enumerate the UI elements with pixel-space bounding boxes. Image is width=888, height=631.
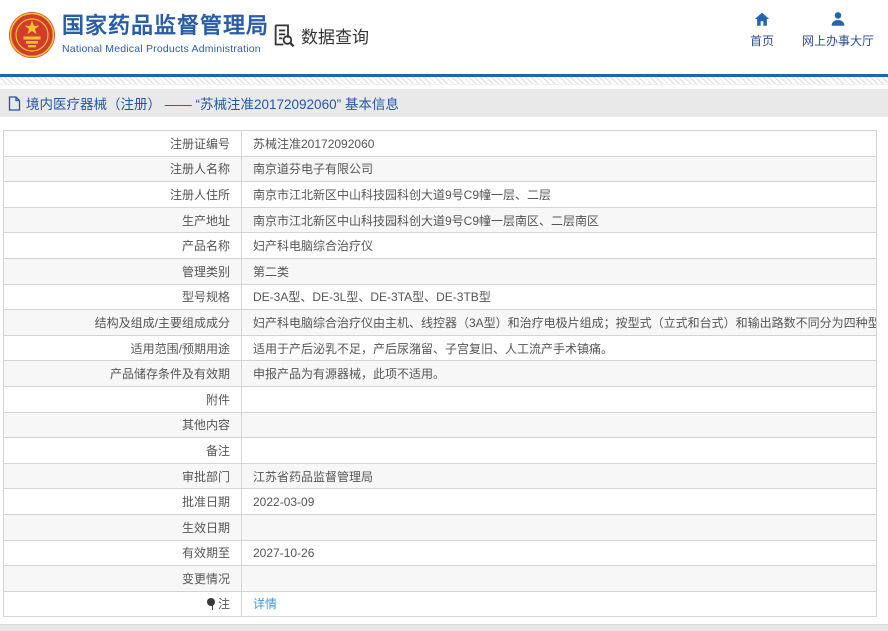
nav-service-hall-label: 网上办事大厅 <box>801 34 874 48</box>
row-value: 适用于产后泌乳不足，产后尿潴留、子宫复旧、人工流产手术镇痛。 <box>241 334 877 362</box>
data-query-section[interactable]: 数据查询 <box>270 22 369 49</box>
row-value: 申报产品为有源器械，此项不适用。 <box>241 360 877 387</box>
person-icon <box>831 12 845 26</box>
row-label: 产品储存条件及有效期 <box>3 360 242 387</box>
table-row: 注册证编号 苏械注准20172092060 <box>3 130 877 157</box>
table-row: 产品储存条件及有效期 申报产品为有源器械，此项不适用。 <box>3 360 877 387</box>
table-row: 管理类别 第二类 <box>3 257 877 285</box>
home-icon <box>754 12 770 26</box>
table-row: 生效日期 <box>3 513 877 541</box>
info-table-body: 注册证编号 苏械注准20172092060 注册人名称 南京道芬电子有限公司 注册人住所… <box>3 130 877 618</box>
row-label: 结构及组成/主要组成成分 <box>3 309 242 336</box>
table-row: 型号规格 DE-3A型、DE-3L型、DE-3TA型、DE-3TB型 <box>3 283 877 311</box>
table-row: 注详情 <box>3 590 877 618</box>
row-value: 妇产科电脑综合治疗仪 <box>241 232 877 259</box>
brand-block: 国家药品监督管理局 National Medical Products Admi… <box>62 13 269 55</box>
row-label: 管理类别 <box>3 257 242 285</box>
row-label: 注册人住所 <box>3 181 242 208</box>
table-row: 其他内容 <box>3 411 877 439</box>
nav-service-hall[interactable]: 网上办事大厅 <box>802 10 874 49</box>
breadcrumb: 境内医疗器械（注册） —— “苏械注准20172092060” 基本信息 <box>0 89 888 117</box>
header-nav: 首页 网上办事大厅 <box>750 10 874 49</box>
site-subtitle: National Medical Products Administration <box>62 43 261 55</box>
detail-link[interactable]: 详情 <box>253 597 277 611</box>
nav-home-label: 首页 <box>749 34 774 48</box>
table-row: 有效期至 2027-10-26 <box>3 539 877 567</box>
china-national-emblem-icon <box>9 12 55 58</box>
row-label: 生效日期 <box>3 513 242 541</box>
document-search-icon <box>274 24 295 48</box>
row-label: 注册证编号 <box>3 130 242 157</box>
row-label: 型号规格 <box>3 283 242 311</box>
breadcrumb-text: 境内医疗器械（注册） —— “苏械注准20172092060” 基本信息 <box>26 97 399 112</box>
row-value <box>241 513 877 541</box>
footer-band <box>0 624 888 631</box>
row-label: 注 <box>3 590 242 618</box>
row-label: 产品名称 <box>3 232 242 259</box>
row-value: 江苏省药品监督管理局 <box>241 462 877 490</box>
row-value <box>241 565 877 592</box>
row-label: 附件 <box>3 385 242 413</box>
table-row: 备注 <box>3 437 877 464</box>
table-row: 适用范围/预期用途 适用于产后泌乳不足，产后尿潴留、子宫复旧、人工流产手术镇痛。 <box>3 334 877 362</box>
row-value: 南京道芬电子有限公司 <box>241 155 877 183</box>
row-value: 详情 <box>241 590 877 618</box>
table-row: 附件 <box>3 385 877 413</box>
table-row: 产品名称 妇产科电脑综合治疗仪 <box>3 232 877 259</box>
table-row: 批准日期 2022-03-09 <box>3 488 877 515</box>
table-row: 生产地址 南京市江北新区中山科技园科创大道9号C9幢一层南区、二层南区 <box>3 206 877 234</box>
nav-home[interactable]: 首页 <box>750 10 774 49</box>
table-row: 变更情况 <box>3 565 877 592</box>
row-value: 2022-03-09 <box>241 488 877 515</box>
data-query-label: 数据查询 <box>301 28 369 47</box>
pin-icon <box>206 598 216 611</box>
page-icon <box>8 95 21 111</box>
row-value: 妇产科电脑综合治疗仪由主机、线控器（3A型）和治疗电极片组成；按型式（立式和台式… <box>241 309 877 336</box>
info-table-wrap: 注册证编号 苏械注准20172092060 注册人名称 南京道芬电子有限公司 注册人住所… <box>3 130 877 618</box>
row-label: 批准日期 <box>3 488 242 515</box>
row-label: 有效期至 <box>3 539 242 567</box>
table-row: 审批部门 江苏省药品监督管理局 <box>3 462 877 490</box>
row-label: 审批部门 <box>3 462 242 490</box>
row-value <box>241 411 877 439</box>
row-label: 生产地址 <box>3 206 242 234</box>
row-value: 苏械注准20172092060 <box>241 130 877 157</box>
row-value: 南京市江北新区中山科技园科创大道9号C9幢一层南区、二层南区 <box>241 206 877 234</box>
row-value: 2027-10-26 <box>241 539 877 567</box>
row-value: 第二类 <box>241 257 877 285</box>
table-row: 注册人住所 南京市江北新区中山科技园科创大道9号C9幢一层、二层 <box>3 181 877 208</box>
info-table: 注册证编号 苏械注准20172092060 注册人名称 南京道芬电子有限公司 注册人住所… <box>3 130 877 618</box>
row-label: 变更情况 <box>3 565 242 592</box>
row-value <box>241 385 877 413</box>
table-row: 结构及组成/主要组成成分 妇产科电脑综合治疗仪由主机、线控器（3A型）和治疗电极片… <box>3 309 877 336</box>
row-value: DE-3A型、DE-3L型、DE-3TA型、DE-3TB型 <box>241 283 877 311</box>
site-header: 国家药品监督管理局 National Medical Products Admi… <box>0 0 888 74</box>
site-title: 国家药品监督管理局 <box>62 13 270 38</box>
row-label: 适用范围/预期用途 <box>3 334 242 362</box>
row-value <box>241 437 877 464</box>
table-row: 注册人名称 南京道芬电子有限公司 <box>3 155 877 183</box>
row-value: 南京市江北新区中山科技园科创大道9号C9幢一层、二层 <box>241 181 877 208</box>
row-label: 注册人名称 <box>3 155 242 183</box>
hatch-separator <box>0 77 888 85</box>
row-label: 其他内容 <box>3 411 242 439</box>
row-label: 备注 <box>3 437 242 464</box>
